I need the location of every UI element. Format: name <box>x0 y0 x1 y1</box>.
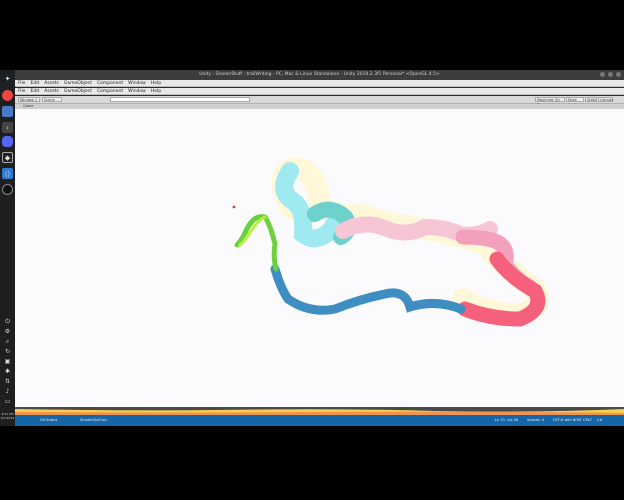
cursor-marker <box>232 205 236 209</box>
battery-icon[interactable]: ▭ <box>2 396 13 407</box>
menu-file[interactable]: File <box>18 88 26 94</box>
stats-button[interactable]: Stats <box>585 97 597 102</box>
maximize-button[interactable] <box>608 72 613 77</box>
window-title: Unity - ShaderStuff - trailWriting - PC,… <box>199 72 440 77</box>
browser-icon[interactable] <box>2 90 13 101</box>
screen-frame: ✦ › ◆ ⟨⟩ ⏻ ⚙ ⌕ ↻ ▣ ✱ ⇅ ♪ ▭ 4:51 PM 9/7/2… <box>0 70 624 426</box>
trail-segment-blue <box>270 264 466 315</box>
trail-drawing <box>232 157 549 327</box>
clock-date: 9/7/2019 <box>0 416 15 420</box>
cursor-position[interactable]: Ln 70, Col 46 <box>495 415 518 426</box>
menu-component[interactable]: Component <box>97 88 123 94</box>
media-icon[interactable] <box>2 184 13 195</box>
project-file[interactable]: ShaderStuff.sln <box>80 415 107 426</box>
mute-audio-button[interactable]: Mute Audio <box>566 97 584 107</box>
menu-component[interactable]: Component <box>97 80 123 86</box>
code-editor-icon[interactable]: ⟨⟩ <box>2 168 13 179</box>
menu-help[interactable]: Help <box>151 80 161 86</box>
menu-icon[interactable]: ✦ <box>2 73 13 84</box>
ground-strip <box>15 407 624 415</box>
system-clock: 4:51 PM 9/7/2019 <box>0 412 15 420</box>
app-dock: ✦ › ◆ ⟨⟩ ⏻ ⚙ ⌕ ↻ ▣ ✱ ⇅ ♪ ▭ 4:51 PM 9/7/2… <box>0 70 16 426</box>
menu-bar-secondary: File Edit Assets GameObject Component Wi… <box>15 88 624 95</box>
window-titlebar: Unity - ShaderStuff - trailWriting - PC,… <box>15 70 624 80</box>
file-manager-icon[interactable] <box>2 106 13 117</box>
menu-gameobject[interactable]: GameObject <box>64 80 92 86</box>
language-mode[interactable]: C# <box>597 415 602 426</box>
maximize-on-play-button[interactable]: Maximize On Play <box>535 97 565 107</box>
editor-toolbar: Window 1 Scene Maximize On Play Mute Aud… <box>15 96 624 107</box>
menu-bar: File Edit Assets GameObject Component Wi… <box>15 80 624 87</box>
status-bar: Git Status ShaderStuff.sln Ln 70, Col 46… <box>15 415 624 426</box>
layout-dropdown[interactable]: Window 1 <box>18 97 40 102</box>
file-encoding[interactable]: UTF-8 with BOM <box>553 415 581 426</box>
chat-icon[interactable] <box>2 136 13 147</box>
menu-assets[interactable]: Assets <box>44 88 59 94</box>
git-status[interactable]: Git Status <box>40 415 57 426</box>
menu-edit[interactable]: Edit <box>31 80 40 86</box>
menu-window[interactable]: Window <box>128 88 146 94</box>
terminal-icon[interactable]: › <box>2 122 13 133</box>
unity-icon[interactable]: ◆ <box>2 152 13 163</box>
menu-help[interactable]: Help <box>151 88 161 94</box>
menu-gameobject[interactable]: GameObject <box>64 88 92 94</box>
close-button[interactable] <box>616 72 621 77</box>
gizmos-button[interactable]: Gizmos <box>598 97 613 102</box>
minimize-button[interactable] <box>600 72 605 77</box>
search-input[interactable] <box>110 97 250 102</box>
line-ending[interactable]: CRLF <box>583 415 592 426</box>
window-controls <box>600 72 621 77</box>
game-view[interactable] <box>15 109 624 407</box>
menu-window[interactable]: Window <box>128 80 146 86</box>
menu-assets[interactable]: Assets <box>44 80 59 86</box>
indent-setting[interactable]: Spaces: 4 <box>527 415 544 426</box>
menu-edit[interactable]: Edit <box>31 88 40 94</box>
view-dropdown[interactable]: Scene <box>42 97 62 102</box>
menu-file[interactable]: File <box>18 80 26 86</box>
